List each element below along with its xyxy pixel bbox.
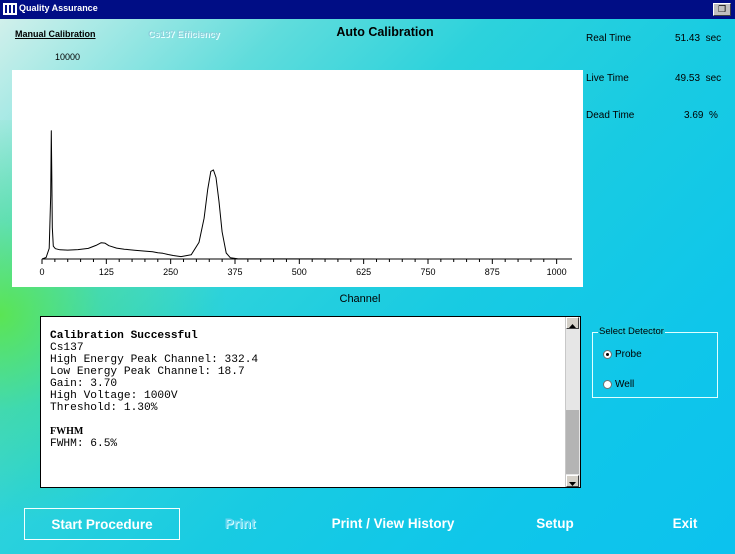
probe-label[interactable]: Probe [615, 349, 642, 360]
scroll-up-button[interactable] [566, 317, 579, 329]
live-time-label: Live Time [586, 73, 629, 84]
real-time-value: 51.43 sec [675, 33, 721, 44]
live-time-unit: sec [705, 73, 722, 84]
live-time-number: 49.53 [675, 73, 701, 84]
start-procedure-button[interactable]: Start Procedure [24, 508, 180, 540]
title-bar: Quality Assurance ❐ [0, 0, 735, 19]
x-tick-label: 250 [163, 267, 178, 277]
well-label[interactable]: Well [615, 379, 634, 390]
x-tick-label: 1000 [547, 267, 567, 277]
select-detector-group [592, 332, 718, 398]
setup-button[interactable]: Setup [525, 516, 585, 531]
page-title: Auto Calibration [336, 25, 434, 39]
select-detector-legend: Select Detector [598, 326, 665, 337]
spectrum-plot: 0 125 250 375 500 625 750 875 1000 [12, 70, 583, 287]
results-textbox[interactable]: Calibration Successful Cs137 High Energy… [40, 316, 581, 488]
x-tick-label: 500 [292, 267, 307, 277]
result-threshold: Threshold: 1.30% [50, 402, 158, 414]
x-tick-label: 750 [420, 267, 435, 277]
tab-manual-calibration[interactable]: Manual Calibration [15, 29, 96, 39]
scroll-down-button[interactable] [566, 475, 579, 487]
exit-button[interactable]: Exit [655, 516, 715, 531]
real-time-unit: sec [705, 33, 722, 44]
tab-cs137-efficiency: Cs137 Efficiency [148, 29, 220, 39]
dead-time-unit: % [709, 110, 718, 121]
real-time-label: Real Time [586, 33, 632, 44]
result-high-peak: High Energy Peak Channel: 332.4 [50, 354, 259, 366]
restore-icon[interactable]: ❐ [713, 3, 731, 16]
print-view-history-button[interactable]: Print / View History [318, 516, 468, 531]
result-gain: Gain: 3.70 [50, 378, 118, 390]
probe-radio[interactable] [603, 350, 612, 359]
scroll-up-icon [569, 324, 576, 328]
x-tick-label: 0 [39, 267, 44, 277]
y-scale-max: 10000 [55, 52, 81, 62]
print-button[interactable]: Print [210, 516, 270, 531]
window-title: Quality Assurance [19, 3, 98, 13]
live-time-value: 49.53 sec [675, 73, 721, 84]
spectrum-chart: 0 125 250 375 500 625 750 875 1000 [39, 130, 572, 277]
x-tick-label: 125 [99, 267, 114, 277]
well-radio[interactable] [603, 380, 612, 389]
dead-time-number: 3.69 [684, 110, 704, 121]
scroll-thumb[interactable] [566, 410, 579, 474]
scroll-down-icon [569, 482, 576, 486]
x-tick-label: 875 [485, 267, 500, 277]
results-scrollbar[interactable] [565, 317, 580, 487]
result-low-peak: Low Energy Peak Channel: 18.7 [50, 366, 245, 378]
x-tick-label: 375 [227, 267, 242, 277]
x-tick-label: 625 [356, 267, 371, 277]
history-label: Print / View History [331, 516, 455, 531]
quality-assurance-window: Quality Assurance ❐ Manual Calibration C… [0, 0, 735, 554]
dead-time-value: 3.69 % [684, 110, 718, 121]
tab-manual-label: Manual Calibration [15, 29, 96, 39]
result-high-voltage: High Voltage: 1000V [50, 390, 178, 402]
result-fwhm: FWHM: 6.5% [50, 438, 118, 450]
result-isotope: Cs137 [50, 342, 84, 354]
real-time-number: 51.43 [675, 33, 701, 44]
result-heading: Calibration Successful [50, 330, 198, 342]
dead-time-label: Dead Time [586, 110, 635, 121]
app-icon [3, 3, 17, 15]
x-axis-label: Channel [339, 293, 381, 305]
results-content: Calibration Successful Cs137 High Energy… [50, 330, 258, 450]
result-fwhm-title: FWHM [50, 426, 84, 437]
spectrum-line [41, 130, 569, 260]
